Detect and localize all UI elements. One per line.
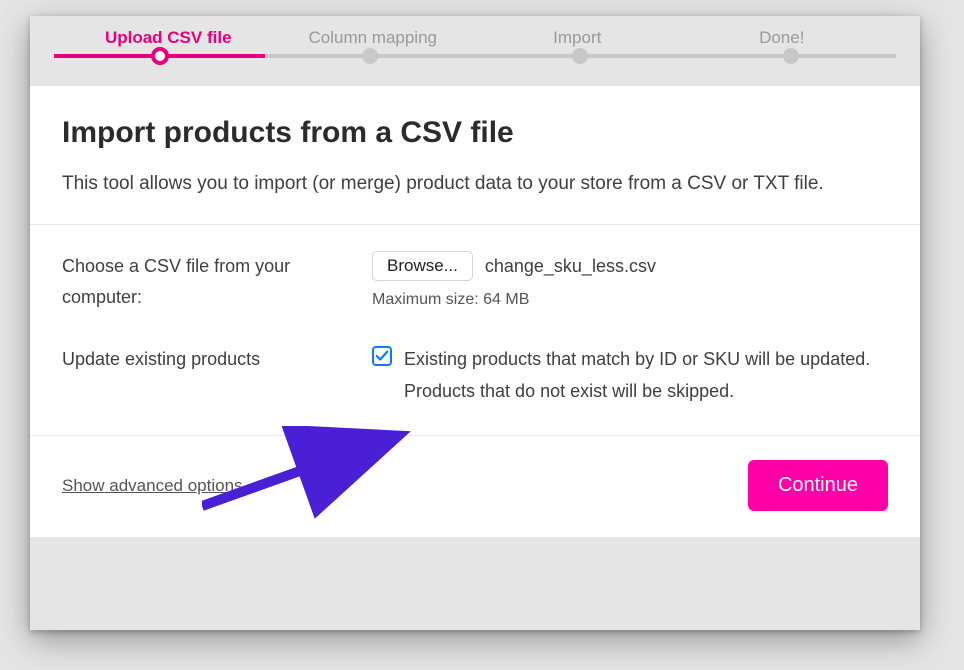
update-label: Update existing products [62,344,372,407]
file-control: Browse... change_sku_less.csv Maximum si… [372,251,888,312]
import-panel: Import products from a CSV file This too… [30,86,920,537]
stepper-dot-1 [151,47,169,65]
step-upload[interactable]: Upload CSV file [66,28,271,54]
panel-title: Import products from a CSV file [62,116,888,150]
stepper-dot-4 [783,48,799,64]
panel-header: Import products from a CSV file This too… [30,86,920,224]
file-row: Choose a CSV file from your computer: Br… [30,225,920,326]
update-description: Existing products that match by ID or SK… [404,344,888,407]
selected-filename: change_sku_less.csv [485,256,656,277]
file-size-hint: Maximum size: 64 MB [372,291,888,309]
step-done[interactable]: Done! [680,28,885,54]
show-advanced-link[interactable]: Show advanced options [62,476,243,496]
stepper-dot-3 [572,48,588,64]
file-label: Choose a CSV file from your computer: [62,251,372,312]
panel-footer: Show advanced options Continue [30,436,920,537]
update-row: Update existing products Existing produc… [30,326,920,435]
checkmark-icon [375,349,389,363]
stepper-track [54,54,896,58]
stepper-dot-2 [362,48,378,64]
browse-button[interactable]: Browse... [372,251,473,281]
import-wizard-card: Upload CSV file Column mapping Import Do… [30,16,920,630]
update-existing-checkbox[interactable] [372,346,392,366]
continue-button[interactable]: Continue [748,460,888,511]
panel-description: This tool allows you to import (or merge… [62,168,888,200]
